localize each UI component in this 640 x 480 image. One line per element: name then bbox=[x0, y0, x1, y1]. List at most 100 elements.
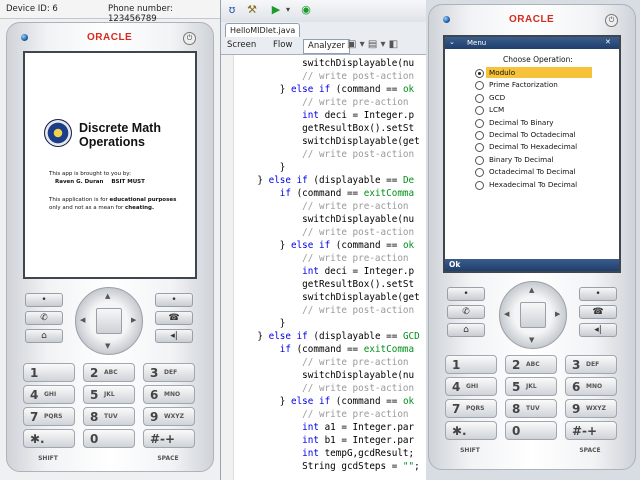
operation-option[interactable]: Octadecimal To Decimal bbox=[486, 166, 579, 177]
code-line[interactable]: // write post-action bbox=[235, 382, 414, 395]
key-3[interactable]: 3 DEF bbox=[143, 363, 195, 382]
clean-build-icon[interactable]: ʊ bbox=[225, 3, 239, 17]
call-key[interactable]: ✆ bbox=[25, 311, 63, 325]
tab-flow[interactable]: Flow bbox=[273, 39, 292, 52]
radio-button[interactable] bbox=[475, 155, 484, 165]
key-2[interactable]: 2 ABC bbox=[83, 363, 135, 382]
key-5[interactable]: 5 JKL bbox=[83, 385, 135, 404]
code-line[interactable]: switchDisplayable(get bbox=[235, 135, 420, 148]
operation-option[interactable]: GCD bbox=[486, 92, 508, 103]
key-12[interactable]: #-+ bbox=[143, 429, 195, 448]
key-5[interactable]: 5 JKL bbox=[505, 377, 557, 396]
dpad-right-icon[interactable]: ▶ bbox=[131, 316, 136, 324]
code-line[interactable]: // write pre-action bbox=[235, 356, 408, 369]
key-8[interactable]: 8 TUV bbox=[505, 399, 557, 418]
code-line[interactable]: int a1 = Integer.par bbox=[235, 421, 414, 434]
code-line[interactable]: // write post-action bbox=[235, 226, 414, 239]
key-6[interactable]: 6 MNO bbox=[565, 377, 617, 396]
dpad[interactable]: ▲ ▼ ◀ ▶ bbox=[75, 287, 143, 355]
key-12[interactable]: #-+ bbox=[565, 421, 617, 440]
key-10[interactable]: ✱. bbox=[23, 429, 75, 448]
key-11[interactable]: 0 bbox=[505, 421, 557, 440]
key-7[interactable]: 7 PQRS bbox=[445, 399, 497, 418]
radio-button[interactable] bbox=[475, 93, 484, 103]
code-line[interactable]: switchDisplayable(get bbox=[235, 291, 420, 304]
code-line[interactable]: if (command == exitComma bbox=[235, 343, 414, 356]
run-dropdown-icon[interactable]: ▾ bbox=[281, 3, 295, 17]
code-line[interactable]: switchDisplayable(nu bbox=[235, 57, 414, 70]
home-key[interactable]: ⌂ bbox=[447, 323, 485, 337]
radio-button[interactable] bbox=[475, 106, 484, 116]
operation-option[interactable]: Modulo bbox=[486, 67, 592, 78]
key-4[interactable]: 4 GHI bbox=[23, 385, 75, 404]
code-line[interactable]: int deci = Integer.p bbox=[235, 265, 414, 278]
code-line[interactable]: getResultBox().setSt bbox=[235, 122, 414, 135]
operation-option[interactable]: Hexadecimal To Decimal bbox=[486, 179, 580, 190]
radio-button[interactable] bbox=[475, 143, 484, 153]
radio-button[interactable] bbox=[475, 118, 484, 128]
tab-analyzer[interactable]: Analyzer bbox=[303, 39, 350, 54]
operation-option[interactable]: Decimal To Octadecimal bbox=[486, 129, 579, 140]
dpad-down-icon[interactable]: ▼ bbox=[105, 342, 110, 350]
code-line[interactable]: // write pre-action bbox=[235, 96, 408, 109]
operation-option[interactable]: LCM bbox=[486, 104, 507, 115]
key-7[interactable]: 7 PQRS bbox=[23, 407, 75, 426]
dpad-down-icon[interactable]: ▼ bbox=[529, 336, 534, 344]
operation-option[interactable]: Decimal To Hexadecimal bbox=[486, 141, 580, 152]
power-button-icon[interactable]: ⏻ bbox=[183, 32, 196, 45]
key-1[interactable]: 1 bbox=[445, 355, 497, 374]
key-11[interactable]: 0 bbox=[83, 429, 135, 448]
key-3[interactable]: 3 DEF bbox=[565, 355, 617, 374]
code-editor[interactable]: switchDisplayable(nu // write post-actio… bbox=[221, 55, 430, 480]
dpad[interactable]: ▲ ▼ ◀ ▶ bbox=[499, 281, 567, 349]
code-line[interactable]: int tempG,gcdResult; bbox=[235, 447, 414, 460]
code-line[interactable]: if (command == exitComma bbox=[235, 187, 414, 200]
code-line[interactable]: int b1 = Integer.par bbox=[235, 434, 414, 447]
call-key[interactable]: ✆ bbox=[447, 305, 485, 319]
code-line[interactable]: // write pre-action bbox=[235, 408, 408, 421]
operation-option[interactable]: Binary To Decimal bbox=[486, 154, 557, 165]
code-line[interactable]: } else if (command == ok bbox=[235, 239, 414, 252]
dpad-right-icon[interactable]: ▶ bbox=[555, 310, 560, 318]
code-line[interactable]: // write post-action bbox=[235, 148, 414, 161]
editor-toolbar-icons[interactable]: ▣ ▾ ▤ ▾ ◧ bbox=[347, 39, 398, 50]
code-line[interactable]: switchDisplayable(nu bbox=[235, 213, 414, 226]
operation-option[interactable]: Decimal To Binary bbox=[486, 117, 557, 128]
debug-icon[interactable]: ◉ bbox=[299, 3, 313, 17]
dpad-left-icon[interactable]: ◀ bbox=[80, 316, 85, 324]
radio-button[interactable] bbox=[475, 180, 484, 190]
code-line[interactable]: int deci = Integer.p bbox=[235, 109, 414, 122]
end-call-key[interactable]: ☎ bbox=[155, 311, 193, 325]
tab-screen[interactable]: Screen bbox=[227, 39, 256, 52]
code-line[interactable]: // write post-action bbox=[235, 304, 414, 317]
dpad-select-button[interactable] bbox=[96, 308, 122, 334]
left-soft-key[interactable]: • bbox=[447, 287, 485, 301]
clear-key[interactable]: ◂| bbox=[155, 329, 193, 343]
key-9[interactable]: 9 WXYZ bbox=[565, 399, 617, 418]
clear-key[interactable]: ◂| bbox=[579, 323, 617, 337]
code-line[interactable]: } else if (command == ok bbox=[235, 395, 414, 408]
dpad-left-icon[interactable]: ◀ bbox=[504, 310, 509, 318]
key-10[interactable]: ✱. bbox=[445, 421, 497, 440]
operation-option[interactable]: Prime Factorization bbox=[486, 79, 561, 90]
key-1[interactable]: 1 bbox=[23, 363, 75, 382]
file-tab-hellomidlet[interactable]: HelloMIDlet.java bbox=[225, 23, 301, 37]
ok-command[interactable]: Ok bbox=[449, 260, 460, 269]
key-4[interactable]: 4 GHI bbox=[445, 377, 497, 396]
radio-button[interactable] bbox=[475, 81, 484, 91]
dpad-up-icon[interactable]: ▲ bbox=[529, 286, 534, 294]
dpad-up-icon[interactable]: ▲ bbox=[105, 292, 110, 300]
code-line[interactable]: } else if (displayable == GCD bbox=[235, 330, 419, 343]
menu-icon[interactable]: ⌄ bbox=[449, 38, 455, 46]
home-key[interactable]: ⌂ bbox=[25, 329, 63, 343]
code-line[interactable]: switchDisplayable(nu bbox=[235, 369, 414, 382]
radio-button[interactable] bbox=[475, 69, 484, 78]
close-icon[interactable]: ✕ bbox=[605, 38, 611, 46]
right-soft-key[interactable]: • bbox=[579, 287, 617, 301]
code-line[interactable]: // write pre-action bbox=[235, 200, 408, 213]
code-line[interactable]: } else if (command == ok bbox=[235, 83, 414, 96]
code-line[interactable]: // write post-action bbox=[235, 70, 414, 83]
key-2[interactable]: 2 ABC bbox=[505, 355, 557, 374]
code-line[interactable]: } bbox=[235, 317, 286, 330]
code-line[interactable]: } bbox=[235, 161, 286, 174]
